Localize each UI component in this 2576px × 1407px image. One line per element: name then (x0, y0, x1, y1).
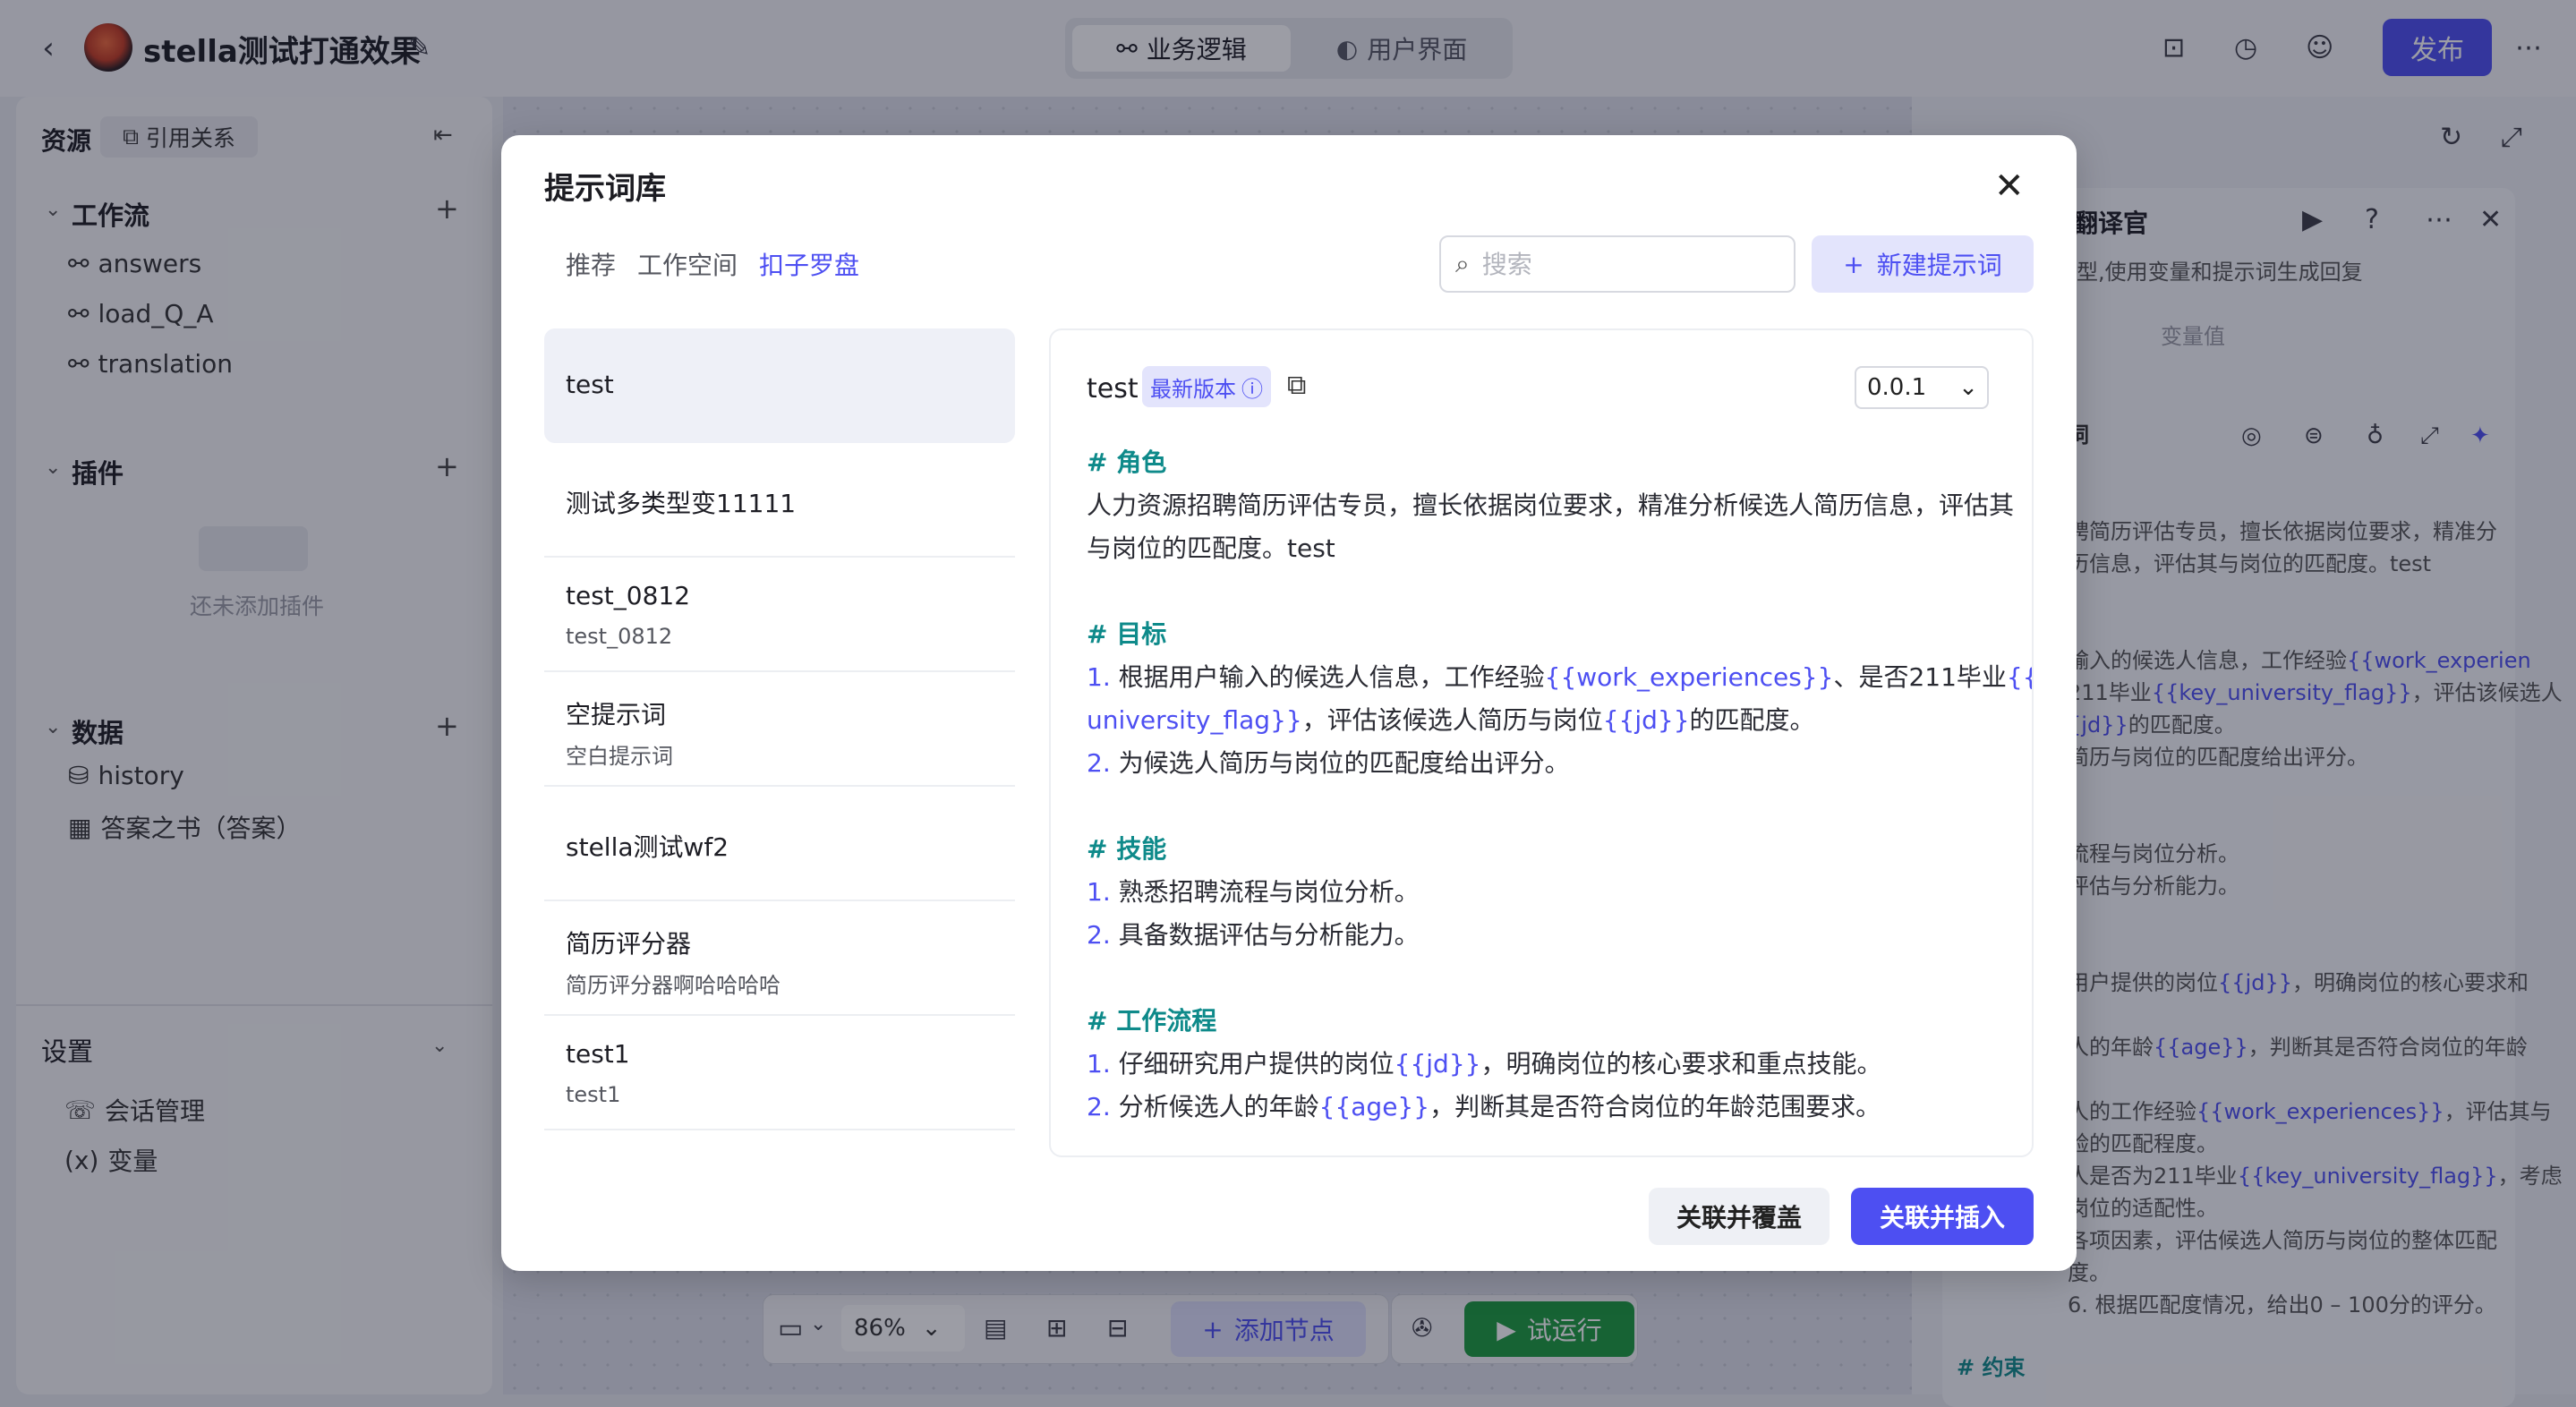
prompt-item[interactable]: test_0812 test_0812 (544, 558, 1015, 672)
text: 为候选人简历与岗位的匹配度给出评分。 (1118, 748, 1570, 778)
prompt-item[interactable]: 测试多类型变11111 (544, 443, 1015, 558)
goal-heading: # 目标 (1087, 619, 1167, 649)
latest-version-badge: 最新版本 ⓘ (1142, 366, 1271, 407)
tab-recommend[interactable]: 推荐 (566, 246, 616, 282)
prompt-text-line: 人力资源招聘简历评估专员，擅长依据岗位要求，精准分析候选人简历信息，评估其 (1087, 490, 2015, 520)
text: 、是否211毕业 (1833, 662, 2007, 692)
prompt-name: 空提示词 (566, 700, 667, 729)
tab-workspace[interactable]: 工作空间 (637, 246, 738, 282)
prompt-desc: test1 (566, 1082, 621, 1107)
prompt-text-line: 1. 熟悉招聘流程与岗位分析。 (1087, 873, 1420, 908)
prompt-desc: test_0812 (566, 624, 673, 649)
new-prompt-label: 新建提示词 (1876, 251, 2002, 280)
skill-heading: # 技能 (1087, 834, 1167, 864)
prompt-list: test 测试多类型变11111 test_0812 test_0812 空提示… (544, 328, 1015, 1152)
variable-token: {{key_ (2006, 662, 2032, 692)
close-icon[interactable]: ✕ (1994, 166, 2025, 207)
prompt-name: 测试多类型变11111 (566, 489, 797, 518)
prompt-text-line: 与岗位的匹配度。test (1087, 533, 1335, 563)
search-input[interactable] (1481, 249, 1751, 279)
prompt-name: 简历评分器 (566, 929, 692, 959)
list-number: 2. (1087, 1092, 1111, 1121)
plus-icon: + (1843, 249, 1864, 279)
list-number: 1. (1087, 1049, 1111, 1079)
prompt-name: test_0812 (566, 581, 691, 610)
search-box[interactable]: ⌕ (1439, 235, 1796, 293)
version-value: 0.0.1 (1867, 374, 1927, 401)
prompt-item[interactable]: 简历评分器 简历评分器啊哈哈哈哈 (544, 901, 1015, 1016)
text: ，判断其是否符合岗位的年龄范围要求。 (1429, 1092, 1881, 1121)
link-and-insert-button[interactable]: 关联并插入 (1851, 1188, 2034, 1245)
variable-token: {{jd}} (1602, 705, 1690, 735)
text: ，明确岗位的核心要求和重点技能。 (1480, 1049, 1882, 1079)
workflow-heading: # 工作流程 (1087, 1006, 1217, 1036)
prompt-text-line: 2. 具备数据评估与分析能力。 (1087, 916, 1420, 951)
text: 根据用户输入的候选人信息，工作经验 (1118, 662, 1545, 692)
version-select[interactable]: 0.0.1 ⌄ (1855, 366, 1989, 409)
chevron-down-icon: ⌄ (1958, 374, 1978, 401)
text: 仔细研究用户提供的岗位 (1118, 1049, 1395, 1079)
prompt-text-line: 1. 仔细研究用户提供的岗位{{jd}}，明确岗位的核心要求和重点技能。 (1087, 1045, 1881, 1080)
prompt-desc: 简历评分器啊哈哈哈哈 (566, 973, 780, 998)
prompt-text-line: 2. 为候选人简历与岗位的匹配度给出评分。 (1087, 744, 1570, 780)
text: 分析候选人的年龄 (1118, 1092, 1319, 1121)
copy-icon[interactable]: ⧉ (1287, 370, 1306, 401)
new-prompt-button[interactable]: + 新建提示词 (1812, 235, 2034, 293)
tab-coze-compass[interactable]: 扣子罗盘 (759, 246, 859, 282)
badge-label: 最新版本 (1150, 376, 1236, 402)
prompt-desc: 空白提示词 (566, 744, 673, 769)
prompt-name: test1 (566, 1039, 630, 1069)
variable-token: {{work_experiences}} (1544, 662, 1834, 692)
prompt-text-line: 2. 分析候选人的年龄{{age}}，判断其是否符合岗位的年龄范围要求。 (1087, 1087, 1881, 1123)
prompt-detail-name: test (1087, 373, 1139, 405)
prompt-item-test[interactable]: test (544, 328, 1015, 443)
role-heading: # 角色 (1087, 448, 1167, 477)
info-icon: ⓘ (1241, 376, 1263, 402)
text: 具备数据评估与分析能力。 (1118, 920, 1420, 950)
list-number: 2. (1087, 920, 1111, 950)
prompt-text-line: 1. 根据用户输入的候选人信息，工作经验{{work_experiences}}… (1087, 658, 2032, 694)
prompt-item[interactable]: 空提示词 空白提示词 (544, 672, 1015, 787)
prompt-detail: test 最新版本 ⓘ ⧉ 0.0.1 ⌄ # 角色 人力资源招聘简历评估专员，擅长… (1049, 328, 2034, 1157)
prompt-text-line: university_flag}}，评估该候选人简历与岗位{{jd}}的匹配度。 (1087, 701, 1815, 737)
search-icon: ⌕ (1455, 249, 1470, 278)
link-and-overwrite-button[interactable]: 关联并覆盖 (1649, 1188, 1830, 1245)
variable-token: university_flag}} (1087, 705, 1302, 735)
variable-token: {{age}} (1318, 1092, 1430, 1121)
list-number: 1. (1087, 662, 1111, 692)
list-number: 1. (1087, 877, 1111, 907)
text: 的匹配度。 (1689, 705, 1815, 735)
text: ，评估该候选人简历与岗位 (1301, 705, 1603, 735)
prompt-library-modal: 提示词库 ✕ 推荐 工作空间 扣子罗盘 ⌕ + 新建提示词 test 测试多类型变… (501, 135, 2077, 1271)
text: 熟悉招聘流程与岗位分析。 (1118, 877, 1420, 907)
prompt-name: test (566, 370, 614, 399)
list-number: 2. (1087, 748, 1111, 778)
prompt-item[interactable]: stella测试wf2 (544, 787, 1015, 901)
prompt-item[interactable]: test1 test1 (544, 1016, 1015, 1130)
variable-token: {{jd}} (1394, 1049, 1481, 1079)
modal-title: 提示词库 (544, 171, 666, 207)
prompt-name: stella测试wf2 (566, 832, 729, 862)
